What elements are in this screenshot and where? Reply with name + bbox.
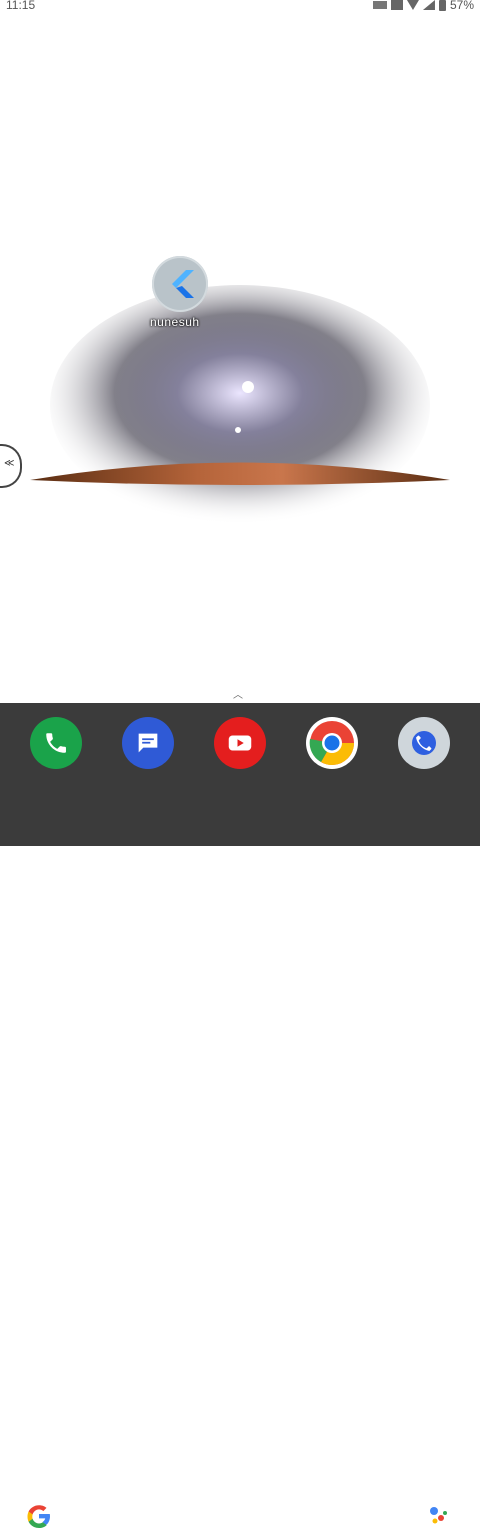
phone-icon — [46, 733, 66, 753]
youtube-icon — [228, 735, 252, 751]
nfc-icon — [390, 0, 403, 10]
youtube-app[interactable] — [214, 717, 266, 769]
status-time: 11:15 — [6, 0, 36, 12]
messages-app[interactable] — [122, 717, 174, 769]
wallpaper-galaxy — [30, 285, 450, 525]
battery-percent: 57% — [449, 0, 474, 12]
battery-icon — [438, 0, 446, 11]
messages-icon — [138, 733, 158, 753]
flutter-icon — [172, 270, 194, 298]
signal-icon — [422, 0, 435, 10]
whatsapp-icon — [412, 731, 436, 755]
home-app-icon[interactable] — [152, 256, 208, 312]
google-search-bar[interactable] — [15, 1494, 465, 1538]
chrome-app[interactable] — [306, 717, 358, 769]
wifi-icon — [406, 0, 419, 10]
google-g-icon — [27, 1505, 50, 1528]
data-icon — [372, 1, 387, 9]
edge-label: ≪ — [4, 458, 15, 469]
chrome-icon — [309, 721, 354, 765]
dock — [0, 703, 480, 1538]
swipe-up-icon: ︿ — [233, 690, 243, 701]
whatsapp-app[interactable] — [398, 717, 450, 769]
edge-handle[interactable]: ≪ — [0, 444, 22, 488]
home-app-label: nunesuh — [150, 315, 200, 329]
assistant-icon[interactable] — [425, 1503, 451, 1529]
status-bar: 11:15 57% — [0, 0, 480, 14]
dock-icons — [0, 717, 480, 769]
status-icons: 57% — [372, 0, 474, 12]
phone-app[interactable] — [30, 717, 82, 769]
